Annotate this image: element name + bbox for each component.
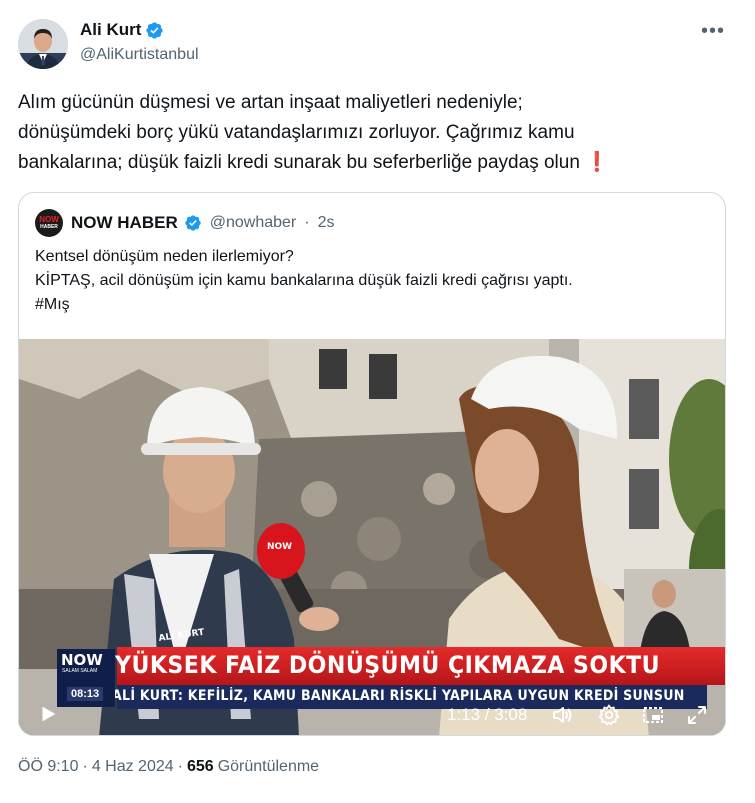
quoted-author-handle[interactable]: @nowhaber: [210, 214, 297, 232]
play-icon[interactable]: [37, 703, 59, 725]
author-name[interactable]: Ali Kurt: [80, 20, 141, 40]
tweet-text-line: Alım gücünün düşmesi ve artan inşaat mal…: [18, 92, 523, 113]
volume-icon[interactable]: [551, 703, 575, 727]
author-handle[interactable]: @AliKurtistanbul: [80, 46, 199, 64]
separator-dot: ·: [82, 758, 88, 775]
tweet-text-line: bankalarına; düşük faizli kredi sunarak …: [18, 148, 718, 178]
tweet-date[interactable]: 4 Haz 2024: [92, 758, 174, 776]
pip-icon[interactable]: [641, 703, 665, 727]
channel-logo-text: NOW: [61, 651, 103, 669]
quoted-author-avatar[interactable]: NOW HABER: [35, 209, 63, 237]
verified-badge-icon: [146, 21, 164, 39]
mic-label: NOW: [267, 542, 292, 552]
tweet-meta: ÖÖ 9:10 · 4 Haz 2024 · 656 Görüntülenme: [18, 758, 319, 776]
quoted-tweet[interactable]: NOW HABER NOW HABER @nowhaber · 2s Kents…: [18, 192, 726, 736]
settings-icon[interactable]: [597, 703, 621, 727]
view-count-label: Görüntülenme: [217, 758, 320, 775]
exclamation-emoji: ❗: [585, 152, 609, 173]
video-player[interactable]: NOW ALİ KURT YÜKSEK FAİZ DÖNÜŞÜMÜ ÇIKMAZ…: [19, 339, 725, 735]
quoted-text-line: KİPTAŞ, acil dönüşüm için kamu bankaları…: [35, 272, 573, 289]
video-controls: 1:13 / 3:08: [19, 693, 725, 735]
chyron-title: YÜKSEK FAİZ DÖNÜŞÜMÜ ÇIKMAZA SOKTU: [115, 651, 661, 679]
quoted-hashtag[interactable]: #Mış: [35, 293, 715, 317]
tweet: Ali Kurt @AliKurtistanbul ••• Alım gücün…: [0, 0, 755, 803]
separator-dot: ·: [304, 214, 310, 231]
quoted-author-name[interactable]: NOW HABER: [71, 213, 178, 233]
tweet-text-line: dönüşümdeki borç yükü vatandaşlarımızı z…: [18, 122, 575, 143]
video-time: 1:13 / 3:08: [447, 705, 528, 724]
more-horizontal-icon[interactable]: •••: [701, 20, 725, 43]
tweet-text: Alım gücünün düşmesi ve artan inşaat mal…: [18, 88, 718, 178]
channel-logo-subtext: SALAM SALAM: [62, 668, 98, 674]
fullscreen-icon[interactable]: [685, 703, 709, 727]
author-info: Ali Kurt @AliKurtistanbul: [80, 20, 199, 64]
view-count: 656: [186, 758, 214, 775]
quoted-tweet-text: Kentsel dönüşüm neden ilerlemiyor? KİPTA…: [35, 245, 715, 317]
separator-dot: ·: [177, 758, 183, 775]
quoted-tweet-time[interactable]: 2s: [318, 214, 335, 232]
quoted-avatar-logo-subtext: HABER: [40, 224, 58, 230]
author-avatar[interactable]: [18, 19, 68, 69]
verified-badge-icon: [185, 215, 201, 231]
tweet-time[interactable]: ÖÖ 9:10: [18, 758, 78, 776]
quoted-avatar-logo-text: NOW: [39, 215, 59, 224]
quoted-tweet-header: NOW HABER NOW HABER @nowhaber · 2s: [35, 209, 334, 237]
tweet-text-line-3: bankalarına; düşük faizli kredi sunarak …: [18, 152, 580, 173]
quoted-text-line: Kentsel dönüşüm neden ilerlemiyor?: [35, 248, 294, 265]
